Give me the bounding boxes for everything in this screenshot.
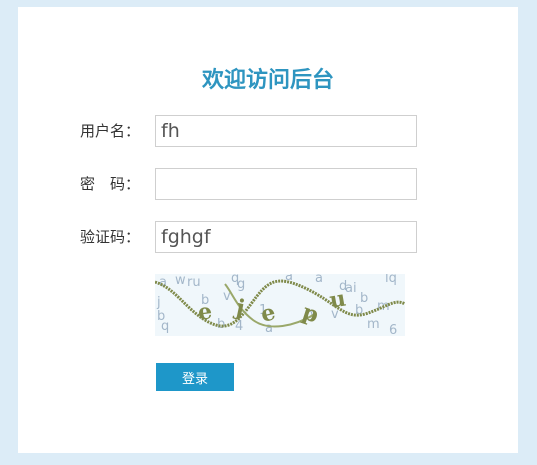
captcha-row: 验证码： [18,221,518,253]
svg-text:lq: lq [385,274,397,286]
captcha-graphic: a w ru qgv a a lq aibj bqb b4a bvb m 6m d1 e … [155,274,405,336]
captcha-input[interactable] [155,221,417,253]
password-input[interactable] [155,168,417,200]
login-button[interactable]: 登录 [156,363,234,391]
svg-text:b: b [355,303,363,318]
username-input[interactable] [155,115,417,147]
svg-text:w: w [175,274,186,288]
svg-text:b: b [217,317,225,332]
svg-text:6: 6 [389,323,397,336]
page-title: 欢迎访问后台 [201,67,334,93]
svg-text:q: q [161,319,169,334]
password-row: 密 码： [18,168,518,200]
captcha-label: 验证码： [80,228,141,246]
svg-text:p: p [299,299,322,328]
svg-text:j: j [156,295,161,310]
login-panel: 欢迎访问后台 用户名： 密 码： 验证码： awru qgv aalq aibj… [18,7,518,453]
username-label: 用户名： [80,122,141,140]
svg-text:g: g [237,277,245,292]
svg-text:m: m [367,317,380,332]
svg-text:e: e [196,298,213,326]
svg-text:a: a [315,274,323,286]
captcha-image[interactable]: a w ru qgv a a lq ai b j bqb b4a bvb m6m d1 e … [155,274,405,336]
username-row: 用户名： [18,115,518,147]
password-label: 密 码： [80,175,141,193]
svg-text:ru: ru [187,275,201,290]
